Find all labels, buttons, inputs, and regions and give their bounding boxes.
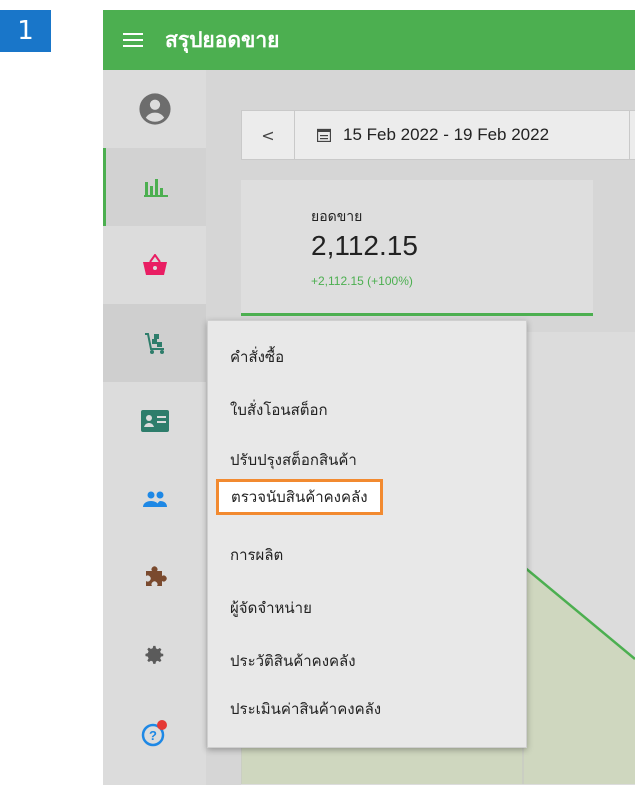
- sidebar-item-settings[interactable]: [103, 616, 206, 694]
- step-number-badge: 1: [0, 10, 51, 52]
- sidebar-item-employees[interactable]: [103, 460, 206, 538]
- svg-text:?: ?: [149, 728, 157, 743]
- hamburger-menu-icon[interactable]: [109, 10, 157, 70]
- page-title: สรุปยอดขาย: [165, 27, 280, 52]
- stat-value: 2,112.15: [311, 230, 418, 261]
- menu-item-inventory-count[interactable]: ตรวจนับสินค้าคงคลัง: [216, 479, 383, 515]
- menu-item-inventory-history[interactable]: ประวัติสินค้าคงคลัง: [230, 646, 356, 676]
- sidebar-item-inventory[interactable]: [103, 304, 206, 382]
- puzzle-icon: [145, 566, 167, 586]
- sidebar-item-sales[interactable]: [103, 226, 206, 304]
- sidebar-item-reports[interactable]: [103, 148, 206, 226]
- menu-item-purchase-orders[interactable]: คำสั่งซื้อ: [230, 342, 284, 372]
- bar-chart-icon: [144, 179, 168, 197]
- menu-item-inventory-valuation[interactable]: ประเมินค่าสินค้าคงคลัง: [230, 694, 381, 724]
- sidebar-item-integrations[interactable]: [103, 538, 206, 616]
- menu-item-suppliers[interactable]: ผู้จัดจำหน่าย: [230, 593, 312, 623]
- datebar-divider: [629, 111, 630, 159]
- sidebar: ?: [103, 70, 206, 785]
- sidebar-item-help[interactable]: ?: [103, 694, 206, 772]
- help-icon: ?: [141, 720, 167, 747]
- shopping-basket-icon: [142, 254, 167, 275]
- menu-item-production[interactable]: การผลิต: [230, 540, 283, 570]
- date-range-selector[interactable]: 15 Feb 2022 - 19 Feb 2022: [317, 125, 549, 145]
- sidebar-item-account[interactable]: [103, 70, 206, 148]
- date-range-text: 15 Feb 2022 - 19 Feb 2022: [343, 125, 550, 144]
- menu-item-stock-adjustment[interactable]: ปรับปรุงสต็อกสินค้า: [230, 445, 357, 475]
- menu-item-transfer-orders[interactable]: ใบสั่งโอนสต็อก: [230, 395, 328, 425]
- calendar-icon: [317, 128, 331, 142]
- contact-card-icon: [140, 410, 169, 432]
- gear-icon: [144, 645, 163, 664]
- warehouse-cart-icon: [144, 333, 164, 354]
- sales-summary-card[interactable]: ยอดขาย 2,112.15 +2,112.15 (+100%): [241, 180, 593, 316]
- people-icon: [142, 491, 167, 507]
- top-app-bar: สรุปยอดขาย: [103, 10, 635, 70]
- account-circle-icon: [138, 93, 171, 125]
- inventory-submenu: คำสั่งซื้อ ใบสั่งโอนสต็อก ปรับปรุงสต็อกส…: [207, 320, 527, 748]
- date-range-picker: < 15 Feb 2022 - 19 Feb 2022: [241, 110, 635, 160]
- stat-change: +2,112.15 (+100%): [311, 274, 413, 288]
- sidebar-item-customers[interactable]: [103, 382, 206, 460]
- stat-label: ยอดขาย: [311, 209, 363, 225]
- previous-period-button[interactable]: <: [242, 111, 295, 159]
